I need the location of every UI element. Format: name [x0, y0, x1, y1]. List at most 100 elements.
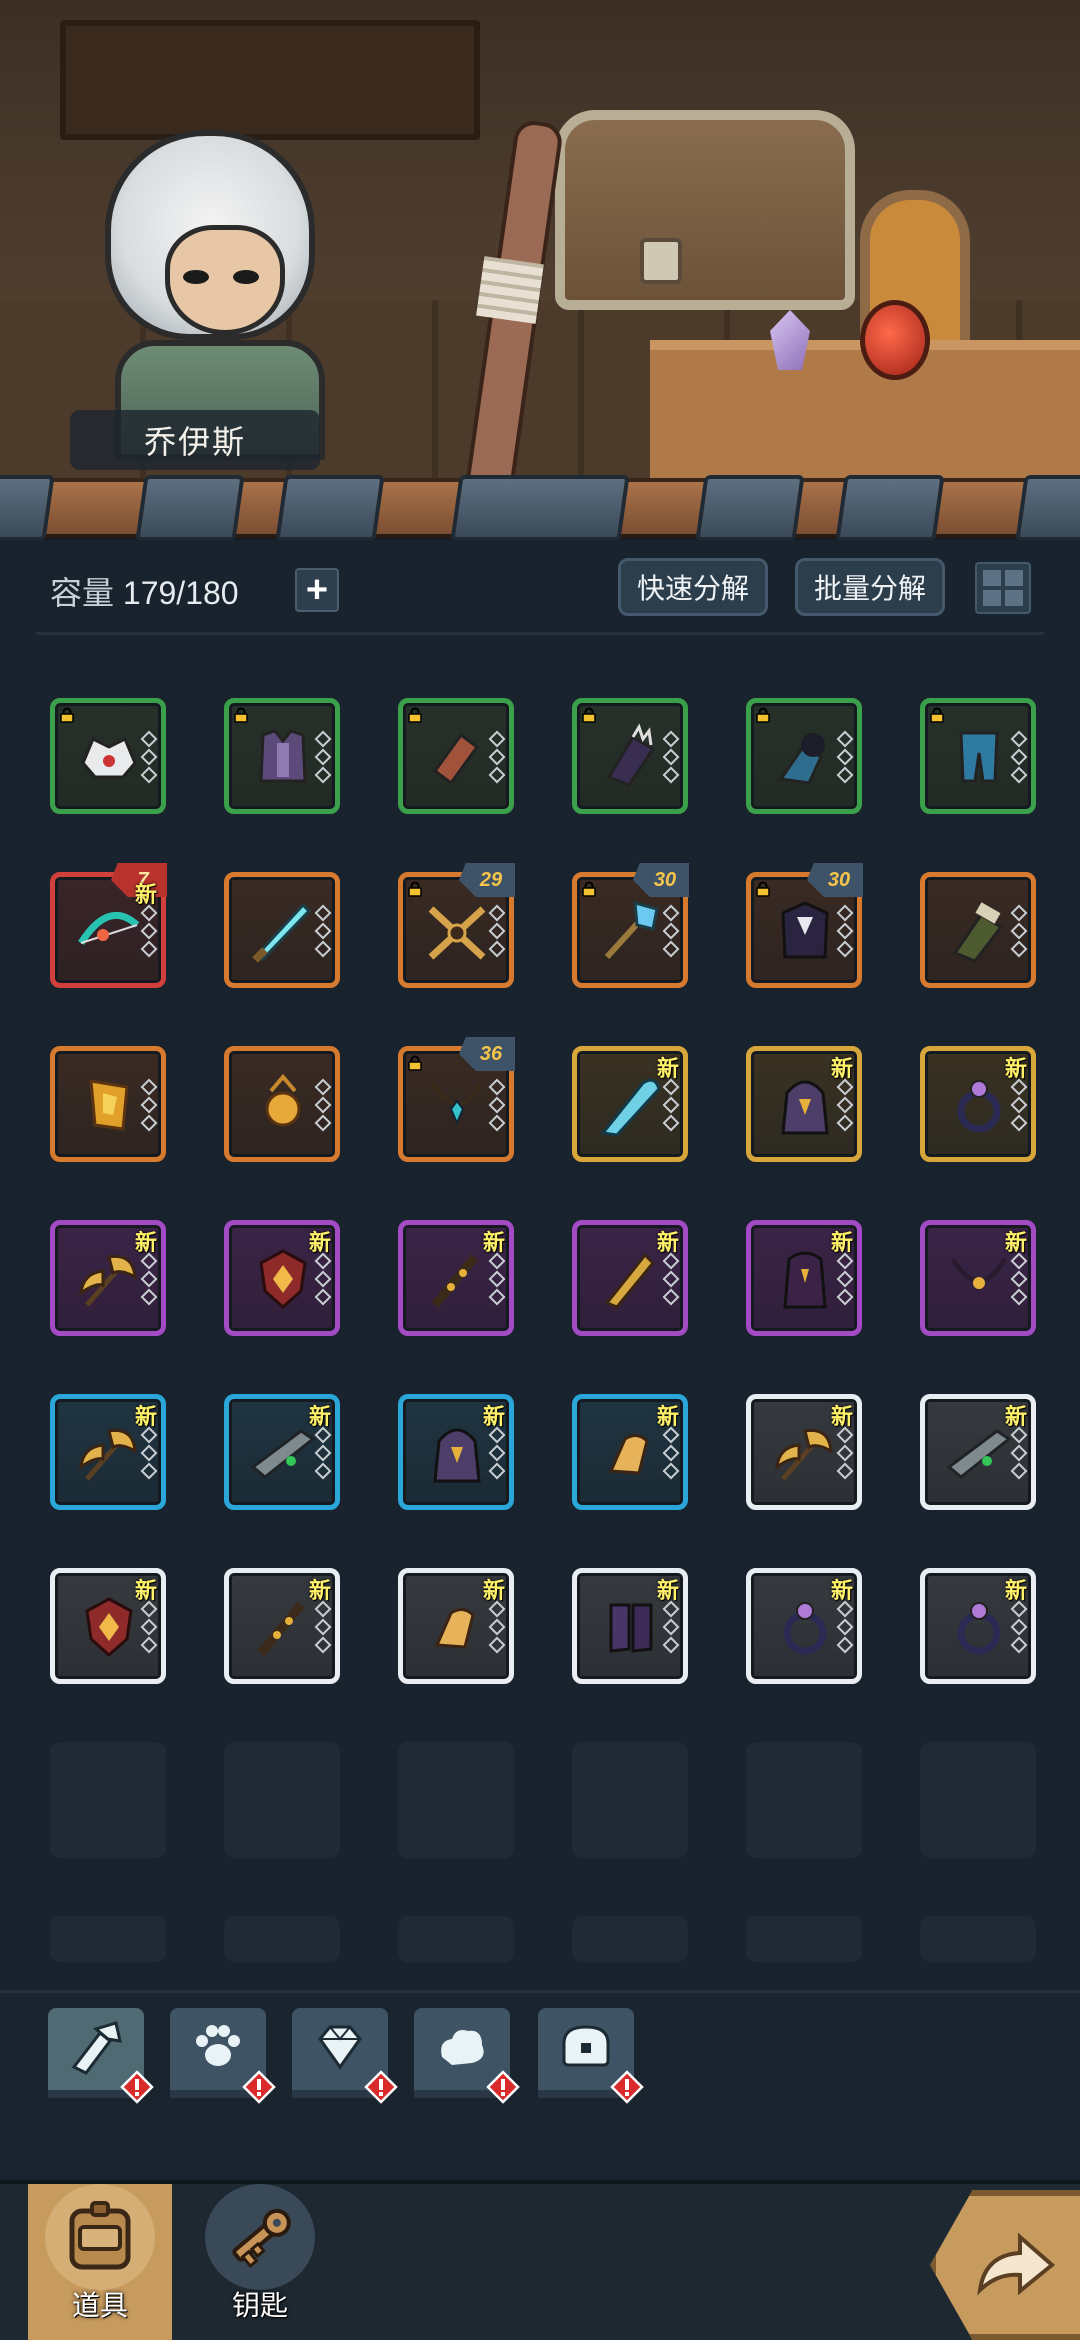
hero-eye-left [183, 270, 209, 284]
inventory-slot[interactable]: 新 [224, 1394, 340, 1510]
lock-icon [755, 707, 771, 723]
new-item-tag: 新 [134, 1578, 157, 1603]
grid-cell-icon [983, 570, 1001, 586]
expand-capacity-button[interactable]: + [295, 568, 339, 612]
inventory-slot[interactable]: 新 [920, 1220, 1036, 1336]
new-item-tag: 新 [656, 1578, 679, 1603]
nav-items-label: 道具 [71, 2290, 128, 2321]
ore-category-icon [432, 2017, 492, 2082]
new-item-tag: 新 [1004, 1230, 1027, 1255]
paw-category-icon [188, 2017, 248, 2082]
chest-category-icon [556, 2017, 616, 2082]
empty-inventory-slot[interactable] [920, 1916, 1036, 1962]
inventory-slot[interactable]: 新 [398, 1568, 514, 1684]
inventory-slot[interactable]: 新 [572, 1394, 688, 1510]
new-item-tag: 新 [656, 1230, 679, 1255]
empty-inventory-slot[interactable] [224, 1916, 340, 1962]
nav-keys-tab[interactable]: 钥匙 [188, 2184, 332, 2340]
new-item-tag: 新 [134, 1230, 157, 1255]
inventory-slot[interactable]: 30 [572, 863, 689, 988]
inventory-slot[interactable]: 新 [746, 1220, 862, 1336]
empty-inventory-slot[interactable] [398, 1742, 514, 1858]
capacity-value: 179/180 [122, 575, 239, 611]
item-level-badge: 36 [459, 1037, 515, 1071]
inventory-slot[interactable]: 新 [224, 1220, 340, 1336]
hero-scene: 乔伊斯 [0, 0, 1080, 495]
rail-plate [450, 475, 630, 541]
inventory-slot[interactable]: 新 [398, 1394, 514, 1510]
empty-inventory-slot[interactable] [746, 1916, 862, 1962]
ice-sword-icon [247, 895, 319, 967]
hero-eye-right [233, 270, 259, 284]
new-item-tag: 新 [830, 1404, 853, 1429]
inventory-slot[interactable]: 新 [920, 1568, 1036, 1684]
batch-decompose-button[interactable]: 批量分解 [795, 558, 945, 616]
inventory-slot[interactable]: 新 [50, 1394, 166, 1510]
inventory-slot[interactable]: 新 [746, 1394, 862, 1510]
lock-icon [233, 707, 249, 723]
forward-arrow-icon [977, 2232, 1056, 2296]
empty-inventory-slot[interactable] [50, 1916, 166, 1962]
inventory-slot[interactable] [224, 698, 340, 814]
new-item-tag: 新 [134, 1404, 157, 1429]
inventory-slot[interactable]: 新 [50, 1220, 166, 1336]
new-item-tag: 新 [308, 1404, 331, 1429]
spiked-helmet-icon [73, 721, 145, 793]
inventory-slot[interactable]: 新 [572, 1046, 688, 1162]
new-item-tag: 新 [482, 1578, 505, 1603]
grid-cell-icon [1005, 590, 1023, 606]
lock-icon [407, 1055, 423, 1071]
bracer-icon [421, 721, 493, 793]
empty-inventory-slot[interactable] [920, 1742, 1036, 1858]
inventory-slot[interactable]: 新 [224, 1568, 340, 1684]
inventory-slot[interactable]: 新 [572, 1220, 688, 1336]
alert-icon [120, 2070, 154, 2104]
empty-inventory-slot[interactable] [398, 1916, 514, 1962]
dark-cloak-icon [769, 895, 841, 967]
hero-face [165, 225, 285, 335]
inventory-slot[interactable]: 7新 [50, 863, 167, 988]
new-item-tag: 新 [482, 1404, 505, 1429]
inventory-slot[interactable]: 新 [746, 1046, 862, 1162]
inventory-slot[interactable]: 30 [746, 863, 863, 988]
new-item-tag: 新 [308, 1578, 331, 1603]
inventory-slot[interactable]: 新 [50, 1568, 166, 1684]
inventory-slot[interactable] [398, 698, 514, 814]
inventory-slot[interactable]: 29 [398, 863, 515, 988]
wall-shelf [60, 20, 480, 140]
new-item-tag: 新 [1004, 1404, 1027, 1429]
inventory-slot[interactable]: 新 [920, 1394, 1036, 1510]
inventory-slot[interactable] [920, 872, 1036, 988]
spiked-gauntlet-icon [595, 721, 667, 793]
capacity-label: 容量 [50, 575, 115, 611]
quick-decompose-button[interactable]: 快速分解 [618, 558, 768, 616]
inventory-slot[interactable]: 新 [572, 1568, 688, 1684]
inventory-slot[interactable]: 新 [920, 1046, 1036, 1162]
lock-icon [407, 881, 423, 897]
new-item-tag: 新 [134, 882, 157, 907]
new-item-tag: 新 [1004, 1056, 1027, 1081]
empty-inventory-slot[interactable] [746, 1742, 862, 1858]
grid-view-button[interactable] [975, 562, 1031, 614]
inventory-slot[interactable]: 36 [398, 1037, 515, 1162]
empty-inventory-slot[interactable] [572, 1742, 688, 1858]
rail-plate [135, 475, 245, 541]
inventory-slot[interactable]: 新 [746, 1568, 862, 1684]
alert-icon [610, 2070, 644, 2104]
hero-character[interactable] [105, 130, 325, 460]
weapon-category-icon [66, 2017, 126, 2082]
inventory-slot[interactable] [920, 698, 1036, 814]
inventory-slot[interactable] [224, 1046, 340, 1162]
inventory-slot[interactable] [50, 698, 166, 814]
inventory-slot[interactable]: 新 [398, 1220, 514, 1336]
inventory-slot[interactable] [746, 698, 862, 814]
new-item-tag: 新 [1004, 1578, 1027, 1603]
empty-inventory-slot[interactable] [572, 1916, 688, 1962]
inventory-slot[interactable] [572, 698, 688, 814]
nav-items-tab[interactable]: 道具 [28, 2184, 172, 2340]
empty-inventory-slot[interactable] [50, 1742, 166, 1858]
inventory-slot[interactable] [224, 872, 340, 988]
new-item-tag: 新 [830, 1578, 853, 1603]
empty-inventory-slot[interactable] [224, 1742, 340, 1858]
inventory-slot[interactable] [50, 1046, 166, 1162]
